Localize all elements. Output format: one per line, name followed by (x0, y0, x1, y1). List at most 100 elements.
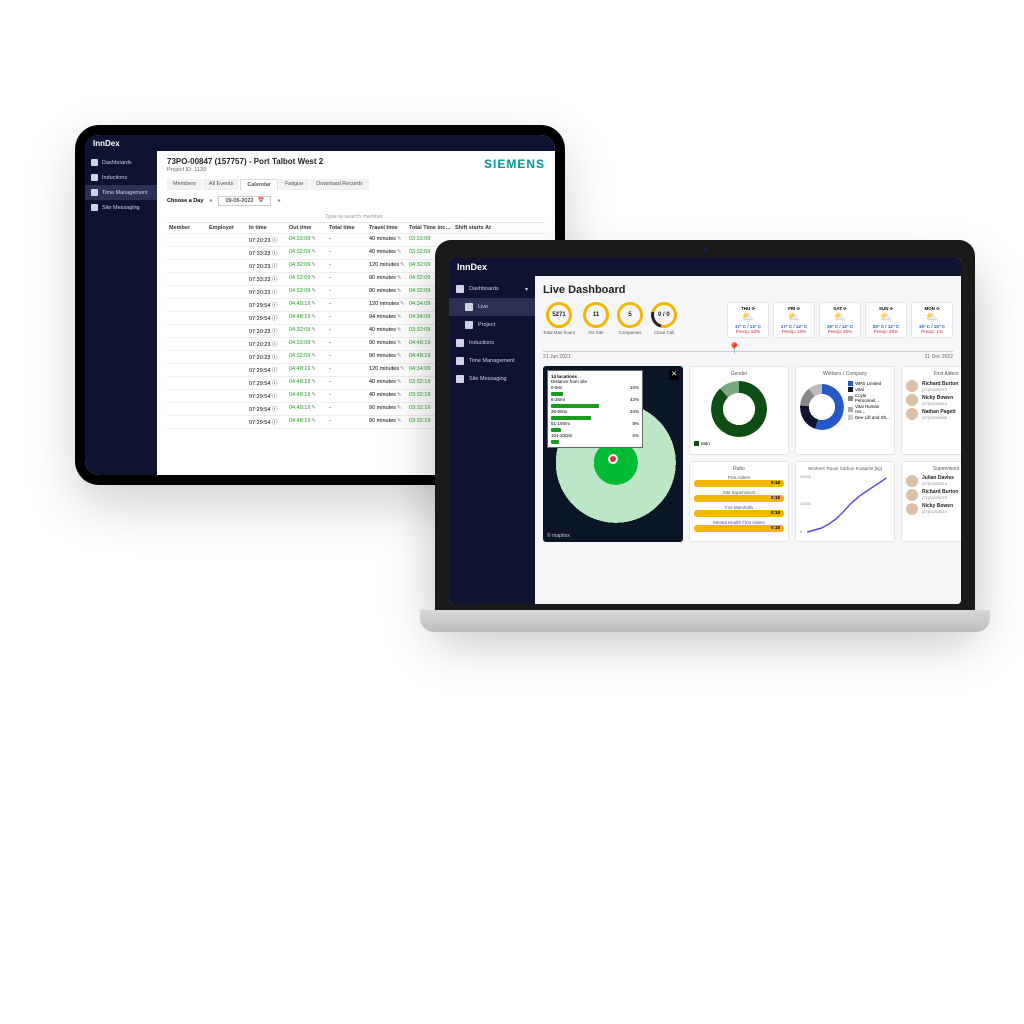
sidebar-item-site-messaging[interactable]: Site Messaging (85, 200, 157, 215)
date-next[interactable]: » (277, 198, 280, 204)
menu-icon (456, 339, 464, 347)
column-header[interactable]: Out time (287, 225, 327, 231)
avatar (906, 503, 918, 515)
slider-end: 21 Dec 2022 (925, 354, 953, 360)
sidebar-item-project[interactable]: Project (449, 316, 535, 334)
client-brand: SIEMENS (484, 157, 545, 171)
weather-icon: ⛅ (730, 312, 766, 323)
weather-icon: ⛅ (822, 312, 858, 323)
ratio-card: Ratio First Aiders0:18Site Supervisors0:… (689, 461, 789, 543)
person-item[interactable]: Richard Burton(27)03220073 (906, 380, 961, 392)
column-header[interactable]: Employer (207, 225, 247, 231)
avatar (906, 475, 918, 487)
avatar (906, 408, 918, 420)
project-subtitle: Project ID: 1139 (167, 167, 323, 173)
person-item[interactable]: Richard Burton(27)03220073 (906, 489, 961, 501)
slider-start: 21 Jun 2021 (543, 354, 571, 360)
timeline-slider[interactable]: 📍 21 Jun 2021 21 Dec 2022 (543, 344, 953, 358)
date-label: Choose a Day (167, 198, 203, 204)
brand-logo: InnDex (93, 139, 120, 148)
brand-logo: InnDex (457, 262, 487, 272)
close-icon[interactable]: ✕ (669, 370, 679, 380)
supervisors-card: Supervisors Julian Davies(27)03020313 Ric… (901, 461, 961, 543)
card-title: Workers / Company (800, 371, 890, 377)
menu-icon (91, 204, 98, 211)
person-item[interactable]: Nicky Bowen(27)03220610 (906, 503, 961, 515)
laptop-screen: InnDex Dashboards▾LiveProjectInductionsT… (449, 258, 961, 604)
kpi-total-man-hours: 5271Total Man hours (543, 302, 575, 338)
tab-calendar[interactable]: Calendar (240, 179, 278, 190)
calendar-icon: 📅 (258, 198, 265, 204)
ratio-row: First Aiders0:18 (694, 475, 784, 487)
map-legend: 14 locations Distance from site 0-5mi10%… (547, 370, 643, 448)
carbon-footprint-card: Workers Travel Carbon Footprint [kg] 300… (795, 461, 895, 543)
menu-icon (91, 159, 98, 166)
legend-item: WPS Limited (848, 381, 890, 386)
travel-map-card[interactable]: 14 locations Distance from site 0-5mi10%… (543, 366, 683, 542)
legend-item: Man (694, 441, 784, 446)
avatar (906, 489, 918, 501)
person-item[interactable]: Nathan Pagett(27)03220485 (906, 408, 961, 420)
card-title: Supervisors (906, 466, 961, 472)
kpi-row: 5271Total Man hours11On Site5Companies0 … (543, 302, 953, 338)
weather-day-sun: SUN ⟳⛅20° C / 12° CPrecip: 40% (865, 302, 907, 338)
sidebar-item-site-messaging[interactable]: Site Messaging (449, 370, 535, 388)
weather-day-mon: MON ⟳⛅19° C / 10° CPrecip: 1% (911, 302, 953, 338)
map-site-marker (608, 454, 618, 464)
weather-day-thu: THU ⟳⛅17° C / 13° CPrecip: 52% (727, 302, 769, 338)
gender-card: Gender Man (689, 366, 789, 455)
date-picker[interactable]: 09-06-2022 📅 (218, 196, 271, 206)
workers-donut-chart (800, 384, 844, 430)
person-item[interactable]: Nicky Bowen(27)03220610 (906, 394, 961, 406)
sidebar-item-inductions[interactable]: Inductions (85, 170, 157, 185)
sidebar-item-inductions[interactable]: Inductions (449, 334, 535, 352)
weather-icon: ⛅ (868, 312, 904, 323)
kpi-close-call: 0 / 0Close Call (651, 302, 677, 338)
column-header[interactable]: Travel time (367, 225, 407, 231)
menu-icon (91, 174, 98, 181)
date-value: 09-06-2022 (225, 198, 253, 204)
menu-icon (465, 303, 473, 311)
sidebar-item-dashboards[interactable]: Dashboards (85, 155, 157, 170)
menu-icon (465, 321, 473, 329)
legend-item: Coyle Personnel... (848, 393, 890, 403)
tab-all-events[interactable]: All Events (203, 179, 239, 190)
person-item[interactable]: Julian Davies(27)03020313 (906, 475, 961, 487)
column-header[interactable]: In time (247, 225, 287, 231)
map-pin-icon[interactable]: 📍 (728, 342, 742, 355)
tab-download-records[interactable]: Download Records (310, 179, 368, 190)
carbon-line-chart: 30000 15000 0 (800, 474, 890, 534)
ratio-row: Mental Health First Aiders0:18 (694, 520, 784, 532)
weather-icon: ⛅ (776, 312, 812, 323)
column-header[interactable]: Shift starts At (453, 225, 499, 231)
laptop-camera (702, 246, 708, 252)
laptop-base (420, 610, 990, 632)
ratio-row: Fire Marshalls0:18 (694, 505, 784, 517)
column-header[interactable]: Member (167, 225, 207, 231)
map-attribution: © mapbox (547, 533, 570, 539)
weather-day-fri: FRI ⟳⛅17° C / 12° CPrecip: 10% (773, 302, 815, 338)
weather-forecast: THU ⟳⛅17° C / 13° CPrecip: 52%FRI ⟳⛅17° … (727, 302, 953, 338)
laptop-main: Live Dashboard 5271Total Man hours11On S… (535, 276, 961, 604)
tab-fatigue[interactable]: Fatigue (279, 179, 309, 190)
first-aiders-card: First Aiders Richard Burton(27)03220073 N… (901, 366, 961, 455)
menu-icon (456, 375, 464, 383)
sidebar-item-dashboards[interactable]: Dashboards▾ (449, 280, 535, 298)
project-title: 73PO-00847 (157757) - Port Talbot West 2 (167, 157, 323, 166)
date-prev[interactable]: « (209, 198, 212, 204)
chevron-down-icon: ▾ (525, 286, 528, 293)
sidebar-item-time-management[interactable]: Time Management (449, 352, 535, 370)
card-title: Workers Travel Carbon Footprint [kg] (800, 466, 890, 471)
sidebar-item-live[interactable]: Live (449, 298, 535, 316)
sidebar-item-time-management[interactable]: Time Management (85, 185, 157, 200)
kpi-companies: 5Companies (617, 302, 643, 338)
tab-members[interactable]: Members (167, 179, 202, 190)
card-title: Ratio (694, 466, 784, 472)
card-title: First Aiders (906, 371, 961, 377)
column-header[interactable]: Total time (327, 225, 367, 231)
member-search[interactable]: Type to search member... (167, 212, 545, 223)
column-header[interactable]: Total Time inc. trav. (407, 225, 453, 231)
weather-day-sat: SAT ⟳⛅19° C / 12° CPrecip: 25% (819, 302, 861, 338)
workers-company-card: Workers / Company WPS LimitedVitalCoyle … (795, 366, 895, 455)
tablet-tabs: MembersAll EventsCalendarFatigueDownload… (167, 179, 545, 190)
